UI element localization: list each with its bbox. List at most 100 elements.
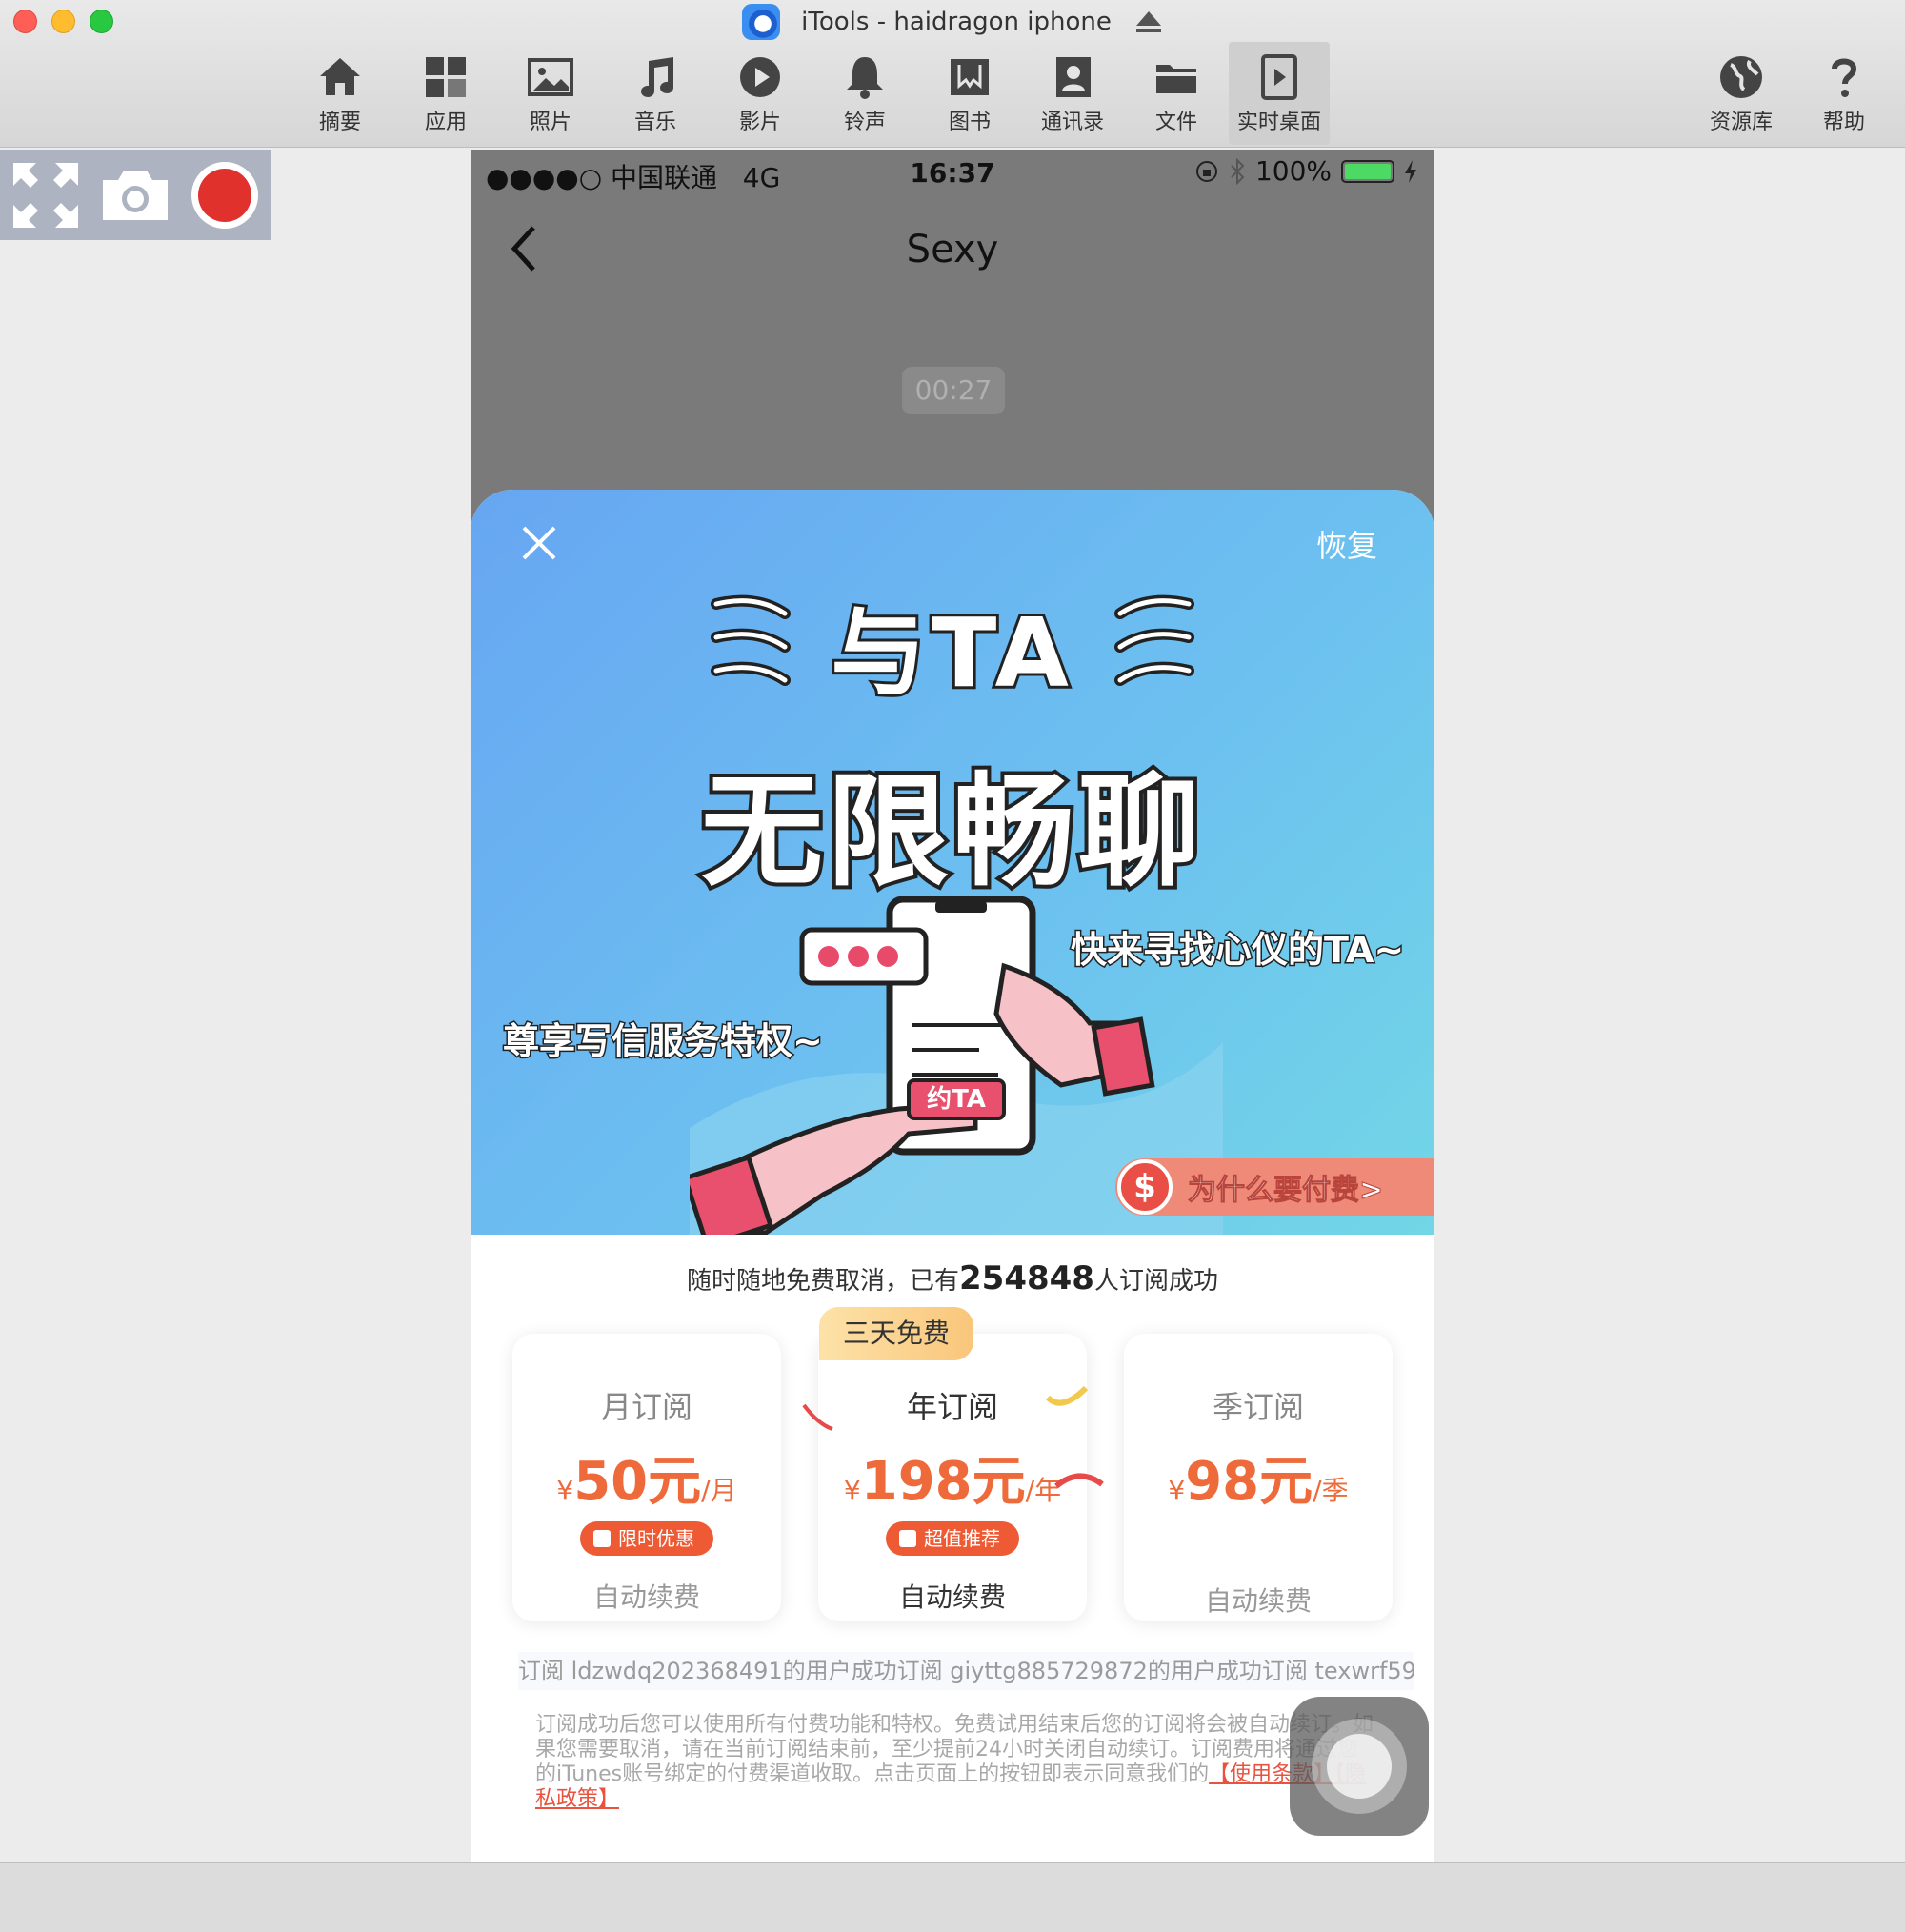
live-desktop-icon — [1261, 54, 1297, 100]
subscribed-prefix: 随时随地免费取消，已有 — [687, 1267, 960, 1296]
toolbar-item-video[interactable]: 影片 — [712, 50, 808, 145]
plan-auto-renew: 自动续费 — [898, 1581, 1006, 1613]
close-icon[interactable] — [520, 524, 558, 562]
help-icon — [1832, 58, 1857, 97]
assistive-touch-icon — [1312, 1719, 1407, 1814]
confetti-decoration — [802, 1403, 833, 1431]
plan-tag-label: 限时优惠 — [618, 1527, 694, 1550]
why-pay-button[interactable]: $ 为什么要付费> — [1115, 1158, 1434, 1216]
restore-button[interactable]: 恢复 — [1316, 522, 1377, 566]
book-icon — [951, 59, 989, 95]
toolbar-item-files[interactable]: 文件 — [1129, 50, 1224, 145]
fullscreen-icon[interactable] — [10, 159, 82, 231]
toolbar-item-apps[interactable]: 应用 — [398, 50, 493, 145]
phone-screen[interactable]: ●●●●○ 中国联通 4G 16:37 100% Sexy 00:27 恢复 与… — [471, 150, 1434, 1862]
ios-status-bar: ●●●●○ 中国联通 4G 16:37 100% — [471, 150, 1434, 199]
toolbar-label: 铃声 — [843, 111, 886, 134]
coin-icon: $ — [1117, 1159, 1173, 1215]
subscribed-count-line: 随时随地免费取消，已有254848人订阅成功 — [471, 1259, 1434, 1298]
toolbar-item-music[interactable]: 音乐 — [608, 50, 703, 145]
plan-unit: /月 — [701, 1475, 737, 1506]
plan-unit: /季 — [1313, 1475, 1349, 1506]
toolbar-item-library[interactable]: 资源库 — [1694, 50, 1789, 145]
thumbs-up-icon — [899, 1530, 916, 1547]
toolbar-label: 帮助 — [1822, 111, 1865, 134]
home-icon — [320, 58, 360, 95]
toolbar-item-ringtone[interactable]: 铃声 — [817, 50, 912, 145]
plan-name: 季订阅 — [1212, 1389, 1304, 1425]
plan-card-monthly[interactable]: 月订阅 ¥50元/月 限时优惠 自动续费 — [512, 1334, 781, 1621]
eject-icon[interactable] — [1134, 10, 1163, 34]
window-title: iTools - haidragon iphone — [0, 4, 1905, 40]
plan-amount: 198元 — [860, 1451, 1026, 1513]
photos-icon — [528, 58, 573, 96]
toolbar-item-help[interactable]: 帮助 — [1796, 50, 1892, 145]
plan-amount: 98元 — [1185, 1451, 1313, 1513]
subscription-sheet: 恢复 与TA 无限畅聊 快来寻找心仪的TA~ 尊享写信服务特权~ 约TA $ 为… — [471, 490, 1434, 1862]
headline-line-1: 与TA — [828, 594, 1074, 712]
legal-text: 订阅成功后您可以使用所有付费功能和特权。免费试用结束后您的订阅将会被自动续订。如… — [535, 1713, 1374, 1812]
toolbar-item-photos[interactable]: 照片 — [503, 50, 598, 145]
toolbar-item-summary[interactable]: 摘要 — [292, 50, 388, 145]
window-titlebar: iTools - haidragon iphone 摘要 应用 照片 音乐 影片… — [0, 0, 1905, 148]
why-pay-label: 为什么要付费> — [1187, 1174, 1384, 1208]
toolbar-label: 资源库 — [1709, 111, 1773, 134]
chat-timestamp: 00:27 — [902, 367, 1005, 414]
bluetooth-icon — [1231, 157, 1245, 185]
promo-banner: 恢复 与TA 无限畅聊 快来寻找心仪的TA~ 尊享写信服务特权~ 约TA $ 为… — [471, 490, 1434, 1235]
toolbar-label: 图书 — [948, 111, 991, 134]
plan-currency: ¥ — [843, 1475, 861, 1506]
globe-icon — [1720, 56, 1762, 98]
plan-tag: 超值推荐 — [886, 1521, 1019, 1556]
music-icon — [641, 57, 673, 97]
plan-currency: ¥ — [556, 1475, 574, 1506]
window-bottom-bar — [0, 1862, 1905, 1932]
contacts-icon — [1056, 57, 1091, 97]
toolbar-label: 照片 — [529, 111, 572, 134]
plan-card-quarterly[interactable]: 季订阅 ¥98元/季 自动续费 — [1124, 1334, 1393, 1621]
toolbar-item-contacts[interactable]: 通讯录 — [1025, 50, 1120, 145]
plan-amount: 50元 — [573, 1451, 702, 1513]
toolbar-label: 音乐 — [633, 111, 676, 134]
plan-price: ¥98元/季 — [1124, 1439, 1393, 1516]
live-desktop-controls — [0, 150, 271, 240]
orientation-lock-icon — [1195, 160, 1217, 182]
plan-tag: 限时优惠 — [580, 1521, 713, 1556]
record-icon[interactable] — [189, 159, 261, 231]
plan-price: ¥50元/月 — [512, 1439, 781, 1516]
chat-navbar: Sexy — [471, 199, 1434, 294]
plan-name: 月订阅 — [600, 1389, 692, 1425]
bell-icon — [847, 57, 883, 99]
plan-tag-label: 超值推荐 — [924, 1527, 1000, 1550]
toolbar-item-live-desktop[interactable]: 实时桌面 — [1229, 42, 1330, 145]
toolbar-label: 摘要 — [318, 111, 361, 134]
toolbar-label: 实时桌面 — [1236, 111, 1321, 134]
status-battery-percent: 100% — [1254, 155, 1332, 187]
free-trial-badge: 三天免费 — [819, 1307, 973, 1360]
toolbar-item-books[interactable]: 图书 — [922, 50, 1017, 145]
confetti-decoration — [1054, 1473, 1104, 1489]
date-ta-button: 约TA — [907, 1078, 1006, 1120]
folder-icon — [1156, 65, 1196, 93]
toolbar-label: 影片 — [738, 111, 781, 134]
callout-find-ta: 快来寻找心仪的TA~ — [1069, 928, 1405, 973]
apps-icon — [426, 57, 466, 97]
battery-icon — [1341, 159, 1394, 183]
status-right-group: 100% — [1194, 155, 1417, 187]
video-icon — [740, 57, 780, 97]
subscribed-suffix: 人订阅成功 — [1093, 1267, 1218, 1296]
charging-icon — [1405, 159, 1416, 183]
window-title-text: iTools - haidragon iphone — [801, 8, 1112, 36]
plan-auto-renew: 自动续费 — [592, 1581, 700, 1613]
toolbar-label: 文件 — [1154, 111, 1197, 134]
callout-letter-privilege: 尊享写信服务特权~ — [502, 1019, 825, 1064]
itools-app-icon — [741, 4, 780, 40]
plan-price: ¥198元/年 — [818, 1439, 1087, 1516]
assistive-touch-button[interactable] — [1290, 1697, 1429, 1836]
toolbar-label: 通讯录 — [1040, 111, 1104, 134]
thumbs-up-icon — [593, 1530, 611, 1547]
subscription-ticker: 订阅 ldzwdq202368491的用户成功订阅 giyttg88572987… — [518, 1652, 1414, 1690]
confetti-decoration — [1045, 1385, 1089, 1406]
camera-icon[interactable] — [99, 159, 171, 231]
plan-card-yearly[interactable]: 年订阅 ¥198元/年 超值推荐 自动续费 — [802, 1334, 1104, 1621]
